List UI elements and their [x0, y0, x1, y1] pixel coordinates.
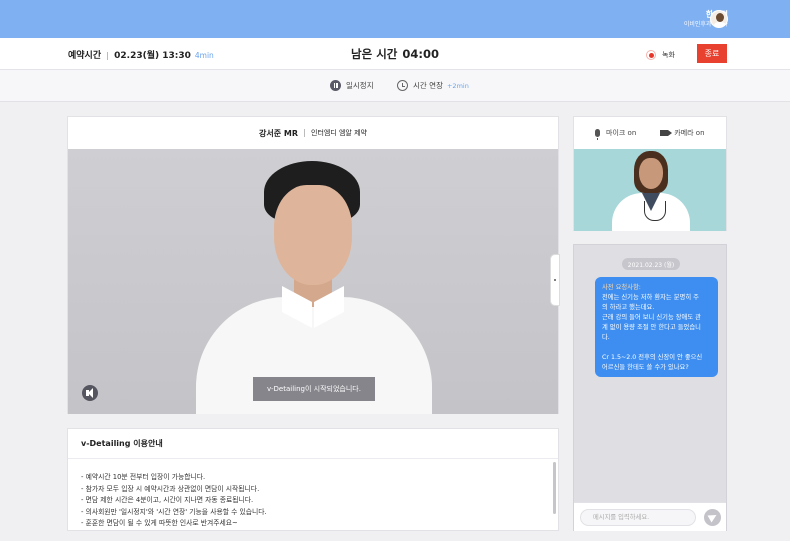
- remaining-label: 남은 시간: [351, 47, 398, 61]
- speaker-icon[interactable]: [82, 385, 98, 401]
- media-controls: 마이크 on 카메라 on: [574, 117, 726, 149]
- divider: [304, 129, 305, 137]
- chat-date-badge: 2021.02.23 (월): [622, 258, 680, 270]
- microphone-icon: [595, 129, 600, 140]
- guide-title: v-Detailing 이용안내: [68, 429, 558, 459]
- self-video-panel: 마이크 on 카메라 on: [573, 116, 727, 231]
- message-line: 어르신들 한테도 쓸 수가 있나요?: [602, 364, 689, 371]
- guide-list: - 예약시간 10분 전부터 입장이 가능합니다. - 참가자 모두 입장 시 …: [68, 459, 558, 530]
- panel-toggle-handle[interactable]: [550, 254, 560, 306]
- session-info-bar: 예약시간 02.23(월) 13:30 4min 남은 시간 04:00 녹화: [0, 38, 790, 70]
- guide-item: - 참가자 모두 입장 시 예약시간과 상관없이 면담이 시작됩니다.: [81, 484, 260, 493]
- mic-toggle[interactable]: 마이크 on: [595, 128, 637, 140]
- presenter-company: 인터엠디 엠알 제약: [311, 129, 367, 137]
- session-controls: 일시정지 시간 연장 +2min: [0, 70, 790, 102]
- user-avatar[interactable]: [710, 10, 728, 28]
- guide-panel: v-Detailing 이용안내 - 예약시간 10분 전부터 입장이 가능합니…: [67, 428, 559, 531]
- guide-item: - 면담 제한 시간은 4분이고, 시간이 지나면 자동 종료됩니다.: [81, 496, 254, 504]
- record-icon: [646, 50, 656, 60]
- stethoscope-icon: [644, 201, 666, 221]
- chat-panel: 2021.02.23 (월) 사전 요청사항: 전에는 신기능 저하 환자는 분…: [573, 244, 727, 531]
- presenter-header: 강서준 MR 인터엠디 엠알 제약: [68, 117, 558, 149]
- message-line: [602, 343, 711, 353]
- top-bar: 한효정 이비인후과의학과: [0, 0, 790, 38]
- avatar-head: [716, 13, 724, 22]
- pause-icon: [330, 80, 341, 91]
- guide-item: - 예약시간 10분 전부터 입장이 가능합니다.: [81, 473, 206, 481]
- message-line: 근래 강의 들어 보니 신기능 장애도 관: [602, 314, 701, 321]
- extend-time-button[interactable]: 시간 연장 +2min: [397, 80, 469, 91]
- pause-button[interactable]: 일시정지: [330, 80, 374, 91]
- pause-label: 일시정지: [346, 81, 374, 90]
- guide-item: - 훈훈한 면담이 될 수 있게 따뜻한 인사로 반겨주세요~: [81, 519, 238, 527]
- extend-label: 시간 연장: [413, 81, 443, 90]
- record-label: 녹화: [662, 51, 675, 59]
- camera-icon: [660, 130, 673, 136]
- start-toast: v-Detailing이 시작되었습니다.: [253, 377, 375, 401]
- message-line: 계 없이 용량 조절 안 한다고 들었습니: [602, 324, 701, 331]
- clock-icon: [397, 80, 408, 91]
- self-video: [574, 149, 726, 231]
- doctor-face: [639, 158, 663, 189]
- mic-label: 마이크 on: [606, 129, 637, 137]
- extend-amount: +2min: [446, 81, 469, 90]
- send-icon[interactable]: [704, 509, 721, 526]
- main-video-panel: 강서준 MR 인터엠디 엠알 제약 v-Detailing이 시작되었습니다.: [67, 116, 559, 414]
- record-indicator[interactable]: 녹화: [646, 50, 675, 60]
- presenter-name: 강서준 MR: [259, 128, 298, 138]
- message-label: 사전 요청사항:: [602, 284, 641, 291]
- message-line: 다.: [602, 334, 610, 341]
- end-button[interactable]: 종료: [697, 44, 727, 63]
- chat-input-area: [574, 502, 726, 531]
- presenter-video: v-Detailing이 시작되었습니다.: [68, 149, 558, 414]
- camera-label: 카메라 on: [674, 129, 705, 137]
- message-line: 의 하라고 했는데요.: [602, 304, 655, 311]
- guide-item: - 의사회원만 '일시정지'와 '시간 연장' 기능을 사용할 수 있습니다.: [81, 507, 267, 516]
- remaining-value: 04:00: [402, 47, 439, 61]
- message-line: Cr 1.5~2.0 전후의 신장이 안 좋으신: [602, 354, 703, 361]
- figure-face: [274, 185, 352, 285]
- message-line: 전에는 신기능 저하 환자는 분명히 주: [602, 294, 699, 301]
- chat-message-bubble: 사전 요청사항: 전에는 신기능 저하 환자는 분명히 주 의 하라고 했는데요…: [595, 277, 718, 377]
- chat-input[interactable]: [580, 509, 696, 526]
- camera-toggle[interactable]: 카메라 on: [660, 128, 705, 138]
- guide-scrollbar[interactable]: [553, 462, 556, 514]
